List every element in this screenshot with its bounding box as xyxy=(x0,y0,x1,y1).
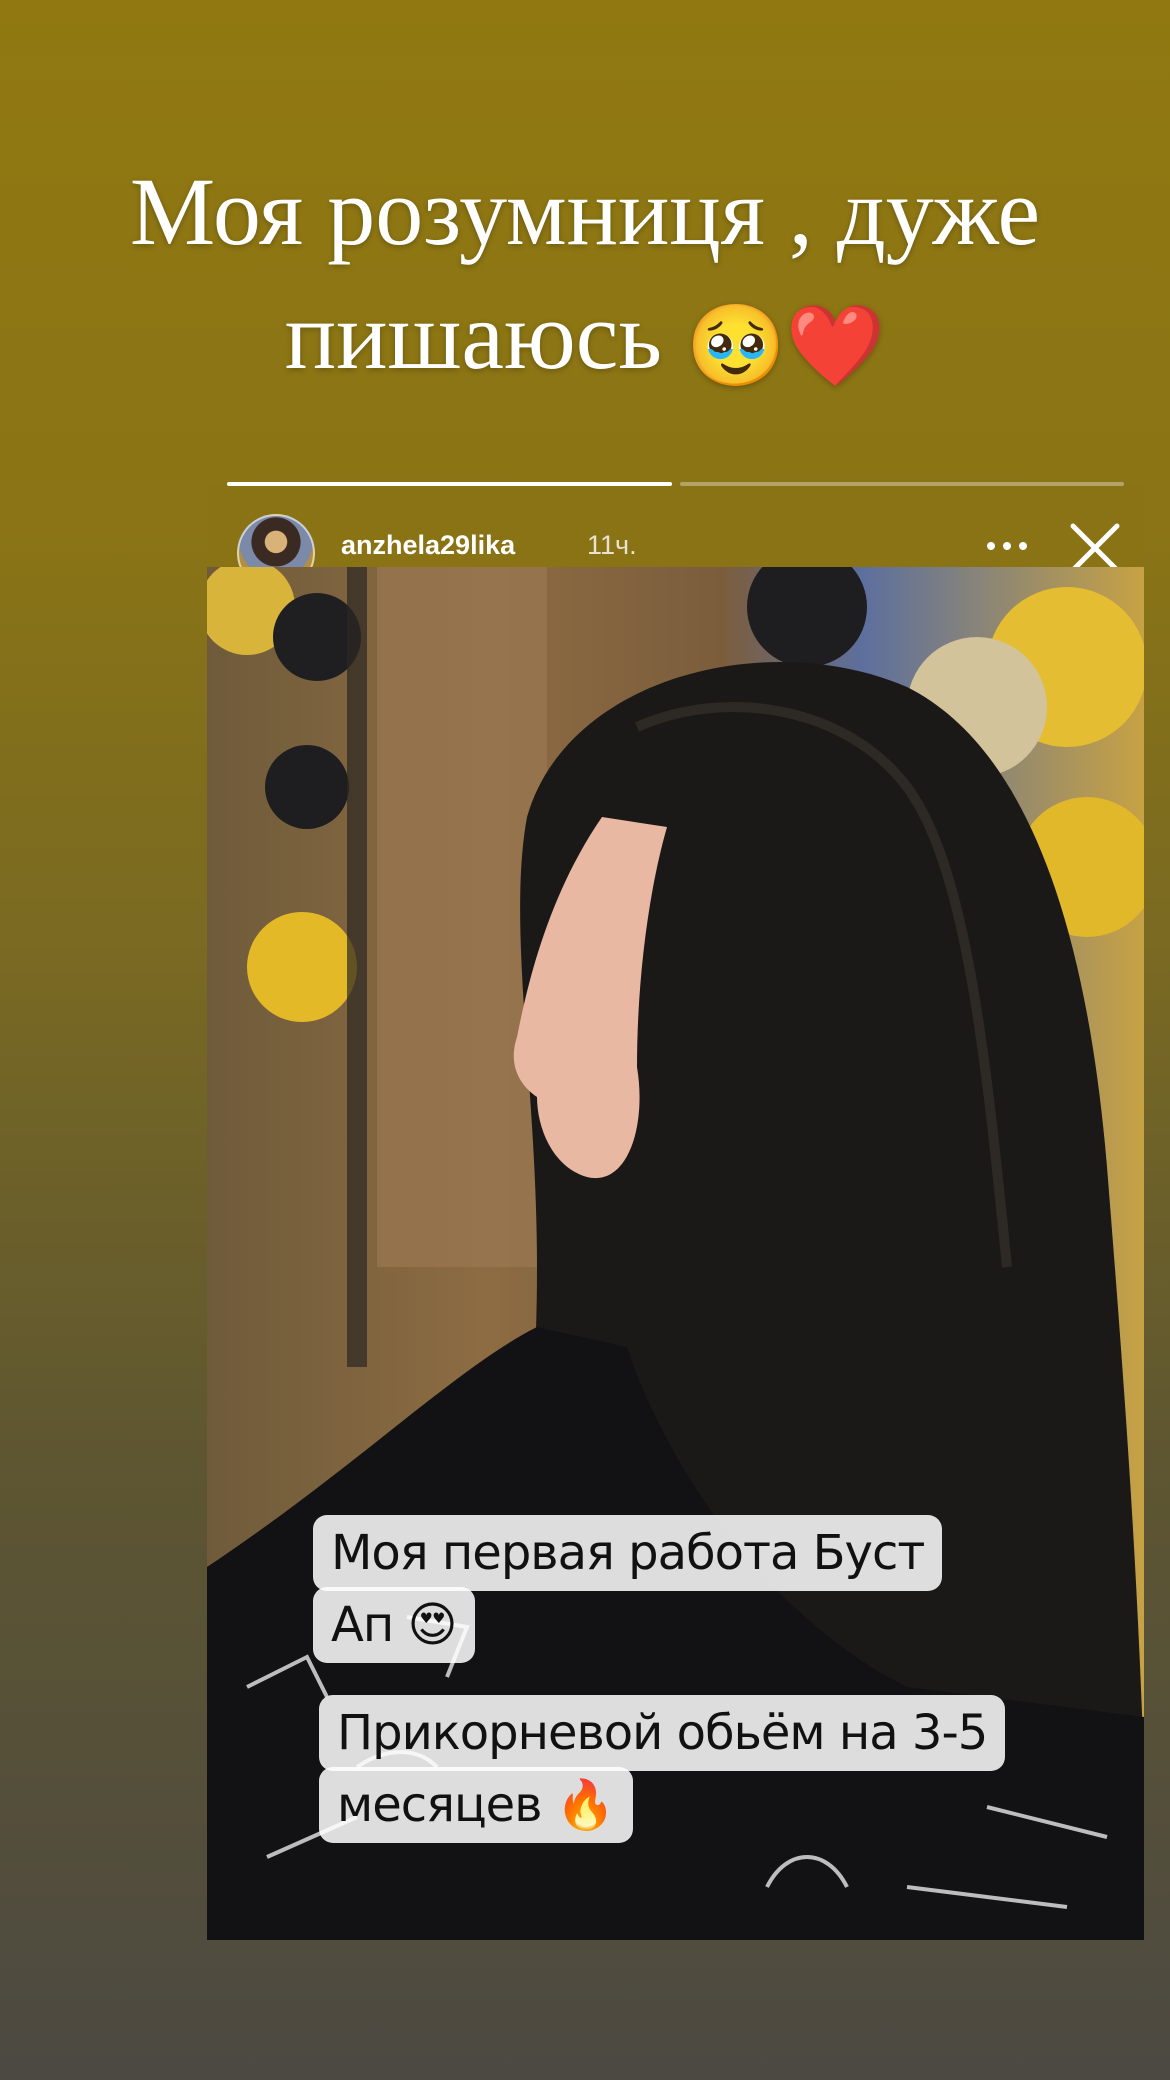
caption-volume-line2: месяцев 🔥 xyxy=(319,1767,633,1843)
story-username[interactable]: anzhela29lika xyxy=(341,530,515,561)
caption-volume-line1-text: Прикорневой обьём на 3-5 xyxy=(337,1705,988,1761)
reshared-story-card[interactable]: anzhela29lika 11ч. Моя первая работа Бус… xyxy=(207,482,1144,1940)
more-horizontal-icon[interactable] xyxy=(977,526,1037,566)
balloon-shape xyxy=(265,745,349,829)
headline-line-1: Моя розумниця , дуже xyxy=(129,158,1041,265)
progress-segment-2 xyxy=(679,482,1124,486)
headline-line-2: пишаюсь 🥹❤️ xyxy=(0,274,1170,408)
caption-first-work-line1: Моя первая работа Буст xyxy=(313,1515,943,1591)
headline-line-2-text: пишаюсь xyxy=(284,282,663,389)
caption-first-work-line2: Ап 😍 xyxy=(313,1587,475,1663)
caption-first-work-line1-text: Моя первая работа Буст xyxy=(331,1525,925,1581)
caption-volume-line1: Прикорневой обьём на 3-5 xyxy=(319,1695,1006,1771)
story-timestamp: 11ч. xyxy=(587,530,637,560)
story-headline-text: Моя розумниця , дуже пишаюсь 🥹❤️ xyxy=(0,150,1170,408)
balloon-shape xyxy=(247,912,357,1022)
progress-segment-1 xyxy=(227,482,672,486)
story-progress-bar xyxy=(227,482,1124,488)
caption-volume-line2-text: месяцев 🔥 xyxy=(337,1777,616,1833)
story-photo: Моя первая работа Буст Ап 😍 Прикорневой … xyxy=(207,567,1144,1940)
headline-emojis: 🥹❤️ xyxy=(686,298,886,392)
caption-first-work-line2-text: Ап 😍 xyxy=(331,1597,458,1653)
balloon-shape xyxy=(747,567,867,667)
frame-shape xyxy=(347,567,367,1367)
